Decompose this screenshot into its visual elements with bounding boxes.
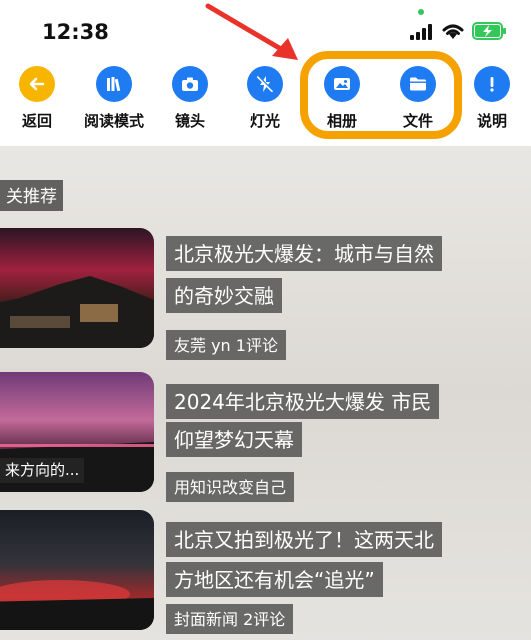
flash-off-icon — [247, 66, 283, 102]
status-time: 12:38 — [42, 20, 109, 44]
info-icon — [474, 66, 510, 102]
light-button[interactable]: 灯光 — [225, 66, 305, 131]
thumbnail-caption: 来方向的... — [0, 458, 85, 483]
camera-icon — [172, 66, 208, 102]
article-title-line[interactable]: 方地区还有机会“追光” — [166, 562, 383, 597]
cellular-signal-icon — [410, 24, 432, 40]
wifi-icon — [442, 24, 464, 39]
annotation-arrow-icon — [205, 3, 298, 60]
article-meta: 用知识改变自己 — [166, 472, 295, 502]
back-label: 返回 — [21, 112, 52, 130]
books-icon — [96, 66, 132, 102]
reading-mode-label: 阅读模式 — [83, 112, 144, 130]
article-title-line[interactable]: 的奇妙交融 — [166, 278, 282, 313]
article-meta: 封面新闻 2评论 — [166, 604, 294, 634]
light-label: 灯光 — [249, 112, 280, 130]
article-title-line[interactable]: 2024年北京极光大爆发 市民 — [166, 384, 440, 419]
privacy-indicator-icon — [418, 9, 424, 15]
highlight-frame — [300, 51, 462, 139]
lens-button[interactable]: 镜头 — [150, 66, 230, 131]
article-meta: 友莞 yn 1评论 — [166, 330, 286, 360]
lens-label: 镜头 — [174, 112, 205, 130]
article-title-line[interactable]: 仰望梦幻天幕 — [166, 422, 302, 457]
battery-charging-icon — [472, 22, 506, 40]
article-title-line[interactable]: 北京又拍到极光了！这两天北 — [166, 522, 442, 557]
article-title-line[interactable]: 北京极光大爆发：城市与自然 — [166, 236, 442, 271]
help-label: 说明 — [476, 112, 507, 130]
help-button[interactable]: 说明 — [452, 66, 531, 131]
article-thumbnail-aurora[interactable] — [0, 510, 154, 630]
section-title: 关推荐 — [0, 180, 63, 211]
back-button[interactable]: 返回 — [0, 66, 77, 131]
back-arrow-icon — [19, 66, 55, 102]
article-thumbnail-aurora[interactable] — [0, 228, 154, 348]
reading-mode-button[interactable]: 阅读模式 — [74, 66, 154, 131]
